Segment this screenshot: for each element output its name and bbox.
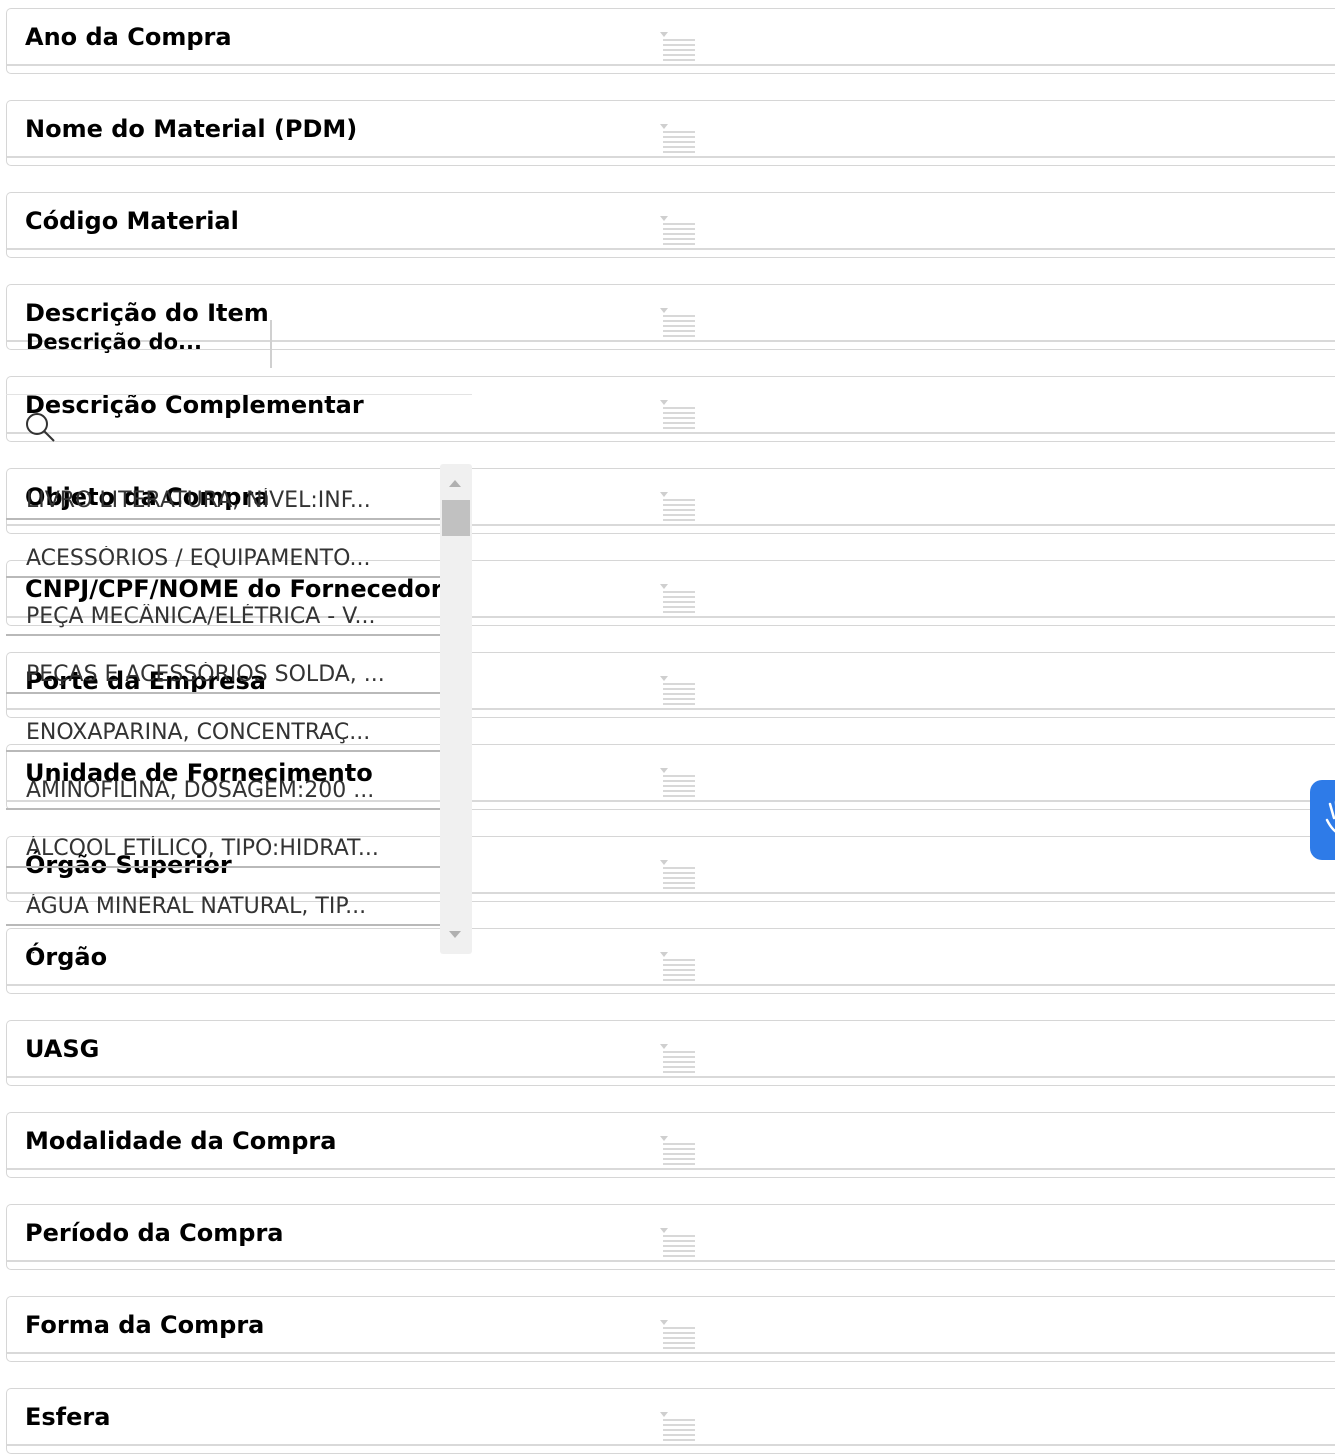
- filter-panel-divider: [7, 1076, 1335, 1078]
- search-icon[interactable]: [24, 412, 60, 444]
- accessibility-tab[interactable]: [1310, 780, 1335, 860]
- dropdown-item-label: ENOXAPARINA, CONCENTRAÇ...: [26, 720, 371, 745]
- filter-list-icon[interactable]: [659, 1411, 695, 1443]
- filter-list-icon[interactable]: [659, 31, 695, 63]
- filter-panel[interactable]: Forma da Compra: [6, 1296, 1335, 1362]
- slicer-dropdown: LIVRO LITERATURA, NÍVEL:INF... ACESSÓRIOS…: [6, 394, 472, 954]
- scroll-thumb[interactable]: [442, 500, 470, 536]
- filter-panel-divider: [7, 1444, 1335, 1446]
- dropdown-item-rule: [6, 576, 440, 578]
- dropdown-item-label: PEÇAS E ACESSÓRIOS SOLDA, ...: [26, 662, 385, 687]
- dropdown-item-label: ACESSÓRIOS / EQUIPAMENTO...: [26, 546, 371, 571]
- dropdown-item-label: ÁLCOOL ETÍLICO, TIPO:HIDRAT...: [26, 836, 379, 861]
- filter-panel[interactable]: Modalidade da Compra: [6, 1112, 1335, 1178]
- dropdown-list-item[interactable]: PEÇA MECÂNICA/ELÉTRICA - V...: [6, 586, 440, 644]
- filter-list-icon[interactable]: [659, 767, 695, 799]
- dropdown-list-item[interactable]: LIVRO LITERATURA, NÍVEL:INF...: [6, 470, 440, 528]
- dropdown-list[interactable]: LIVRO LITERATURA, NÍVEL:INF... ACESSÓRIOS…: [6, 464, 472, 954]
- dropdown-item-rule: [6, 518, 440, 520]
- filter-panel-divider: [7, 64, 1335, 66]
- filter-list-icon[interactable]: [659, 583, 695, 615]
- accessibility-hand-icon: [1325, 801, 1335, 833]
- filter-title: Modalidade da Compra: [25, 1127, 337, 1155]
- dropdown-list-item[interactable]: PEÇAS E ACESSÓRIOS SOLDA, ...: [6, 644, 440, 702]
- filter-panel-divider: [7, 984, 1335, 986]
- dropdown-item-rule: [6, 924, 440, 926]
- dropdown-list-item[interactable]: ENOXAPARINA, CONCENTRAÇ...: [6, 702, 440, 760]
- filter-panel[interactable]: Período da Compra: [6, 1204, 1335, 1270]
- dropdown-item-label: AMINOFILINA, DOSAGEM:200 ...: [26, 778, 375, 803]
- filter-title: Esfera: [25, 1403, 111, 1431]
- dropdown-item-rule: [6, 808, 440, 810]
- filter-panel-divider: [7, 1352, 1335, 1354]
- dropdown-list-item[interactable]: AMINOFILINA, DOSAGEM:200 ...: [6, 760, 440, 818]
- filter-panel[interactable]: Código Material: [6, 192, 1335, 258]
- filter-list-icon[interactable]: [659, 307, 695, 339]
- filter-panel-divider: [7, 156, 1335, 158]
- scroll-down-arrow[interactable]: [449, 931, 461, 938]
- dropdown-item-rule: [6, 692, 440, 694]
- filter-title: Nome do Material (PDM): [25, 115, 358, 143]
- dropdown-item-label: ÁGUA MINERAL NATURAL, TIP...: [26, 952, 386, 954]
- filter-title: Período da Compra: [25, 1219, 284, 1247]
- filter-panel[interactable]: Ano da Compra: [6, 8, 1335, 74]
- dropdown-item-label: PEÇA MECÂNICA/ELÉTRICA - V...: [26, 604, 376, 629]
- filter-list-icon[interactable]: [659, 1135, 695, 1167]
- filter-list-icon[interactable]: [659, 859, 695, 891]
- dropdown-header-separator: [270, 320, 272, 368]
- dropdown-list-item[interactable]: ÁGUA MINERAL NATURAL, TIP...: [6, 876, 440, 934]
- filter-panel[interactable]: UASG: [6, 1020, 1335, 1086]
- scroll-up-arrow[interactable]: [449, 480, 461, 487]
- filter-title: Ano da Compra: [25, 23, 232, 51]
- dropdown-header-label: Descrição do...: [26, 330, 202, 354]
- filter-list-icon[interactable]: [659, 951, 695, 983]
- filter-list-icon[interactable]: [659, 215, 695, 247]
- filter-panel-divider: [7, 340, 1335, 342]
- filter-panel-divider: [7, 248, 1335, 250]
- dropdown-top-rule: [6, 394, 472, 395]
- dropdown-item-rule: [6, 634, 440, 636]
- filter-panel[interactable]: Esfera: [6, 1388, 1335, 1454]
- filter-list-icon[interactable]: [659, 1319, 695, 1351]
- dropdown-list-item[interactable]: ACESSÓRIOS / EQUIPAMENTO...: [6, 528, 440, 586]
- dropdown-list-item[interactable]: ÁGUA MINERAL NATURAL, TIP...: [6, 934, 440, 954]
- filter-panel-divider: [7, 1168, 1335, 1170]
- filter-title: Descrição do Item: [25, 299, 269, 327]
- dropdown-item-label: LIVRO LITERATURA, NÍVEL:INF...: [26, 488, 371, 513]
- filter-list-icon[interactable]: [659, 675, 695, 707]
- filter-list-icon[interactable]: [659, 1043, 695, 1075]
- dropdown-scrollbar[interactable]: [440, 464, 472, 954]
- dropdown-item-rule: [6, 866, 440, 868]
- filter-title: Forma da Compra: [25, 1311, 265, 1339]
- dropdown-item-rule: [6, 750, 440, 752]
- filter-list-icon[interactable]: [659, 399, 695, 431]
- filter-list-icon[interactable]: [659, 1227, 695, 1259]
- filter-panel[interactable]: Descrição do Item: [6, 284, 1335, 350]
- filter-panel[interactable]: Nome do Material (PDM): [6, 100, 1335, 166]
- filter-title: UASG: [25, 1035, 100, 1063]
- dropdown-list-item[interactable]: ÁLCOOL ETÍLICO, TIPO:HIDRAT...: [6, 818, 440, 876]
- filter-list-icon[interactable]: [659, 123, 695, 155]
- dropdown-item-label: ÁGUA MINERAL NATURAL, TIP...: [26, 894, 367, 919]
- filter-panel-divider: [7, 1260, 1335, 1262]
- filter-list-icon[interactable]: [659, 491, 695, 523]
- filter-title: Código Material: [25, 207, 239, 235]
